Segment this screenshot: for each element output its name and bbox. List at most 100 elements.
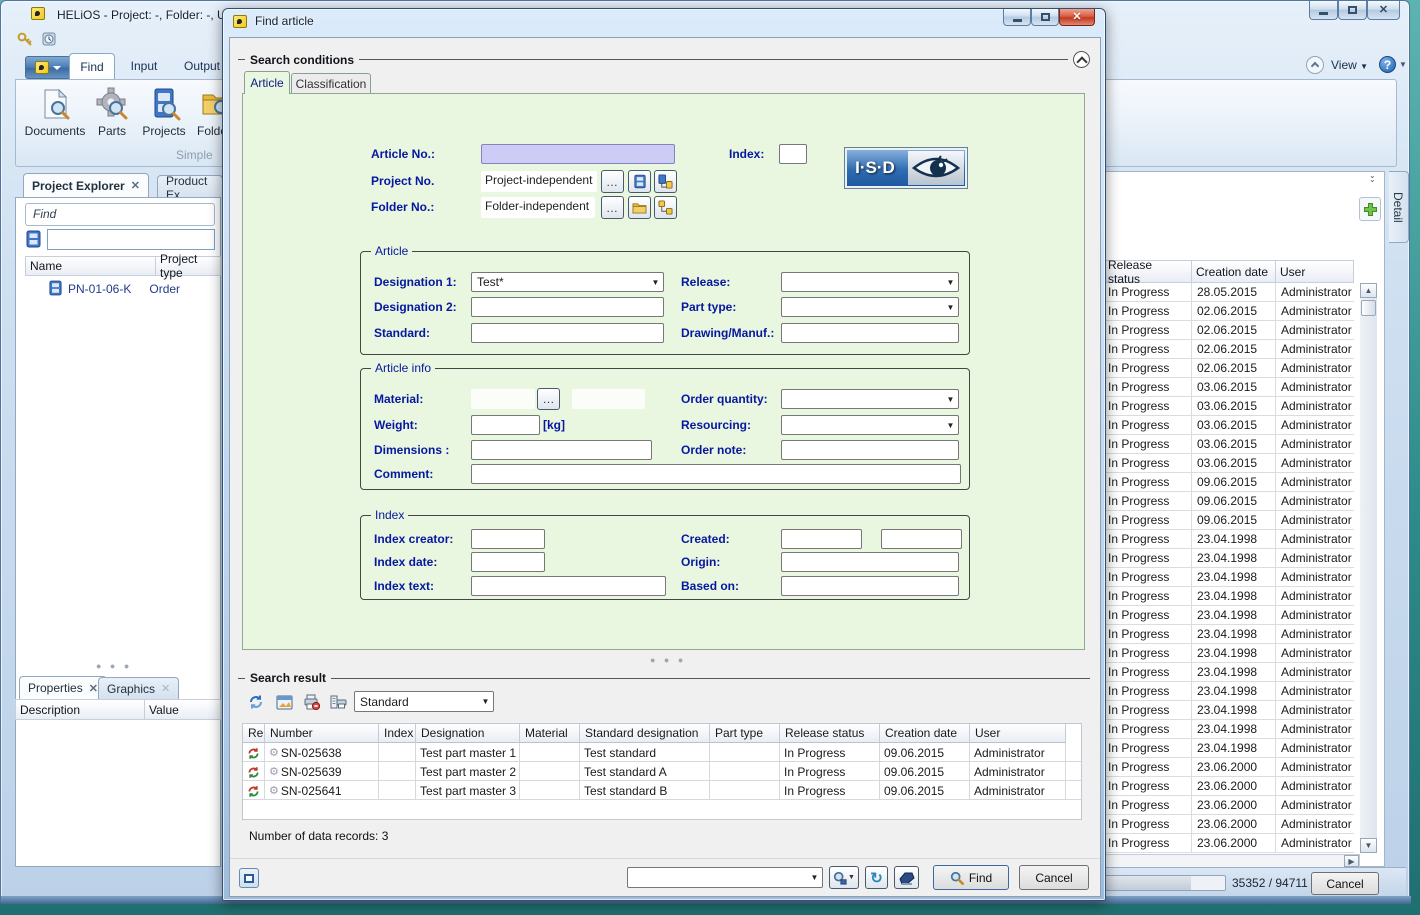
reset-search-button[interactable]: ↻ (865, 866, 888, 889)
col-number[interactable]: Number (265, 724, 379, 743)
close-icon[interactable]: ✕ (89, 682, 98, 695)
saved-search-combo[interactable]: ▼ (627, 867, 823, 888)
result-row[interactable]: In Progress 23.04.1998 Administrator (1103, 606, 1354, 625)
drawing-manuf-input[interactable] (781, 323, 959, 343)
project-cabinet-button[interactable] (628, 170, 651, 193)
project-browse-button[interactable]: … (601, 170, 624, 193)
result-row[interactable]: In Progress 28.05.2015 Administrator (1103, 283, 1354, 302)
tab-graphics[interactable]: Graphics✕ (98, 677, 179, 699)
results-col-release-status[interactable]: Release status (1103, 260, 1192, 283)
close-icon[interactable]: ✕ (131, 179, 140, 192)
dialog-minimize-button[interactable] (1003, 9, 1031, 26)
result-row[interactable]: ⚙SN-025639 Test part master 2 Test stand… (243, 762, 1081, 781)
resourcing-combo[interactable]: ▼ (781, 415, 959, 435)
result-row[interactable]: In Progress 02.06.2015 Administrator (1103, 359, 1354, 378)
index-text-input[interactable] (471, 576, 666, 596)
weight-input[interactable] (471, 415, 540, 435)
created-from-input[interactable] (781, 529, 862, 549)
main-minimize-button[interactable] (1309, 1, 1338, 20)
result-row[interactable]: In Progress 23.06.2000 Administrator (1103, 834, 1354, 853)
result-row[interactable]: In Progress 23.04.1998 Administrator (1103, 701, 1354, 720)
help-button[interactable]: ? ▼ (1379, 56, 1407, 73)
order-quantity-combo[interactable]: ▼ (781, 389, 959, 409)
col-index[interactable]: Index (379, 724, 416, 743)
explorer-row[interactable]: PN-01-06-K Order (25, 279, 221, 299)
result-row[interactable]: In Progress 23.06.2000 Administrator (1103, 796, 1354, 815)
order-note-input[interactable] (781, 440, 959, 460)
folder-open-button[interactable] (628, 196, 651, 219)
project-no-value[interactable]: Project-independent (481, 171, 597, 192)
origin-input[interactable] (781, 552, 959, 572)
index-date-input[interactable] (471, 552, 545, 572)
ribbon-collapse-button[interactable] (1306, 56, 1324, 74)
result-row[interactable]: In Progress 23.04.1998 Administrator (1103, 625, 1354, 644)
explorer-col-type[interactable]: Project type (156, 256, 221, 276)
export-view-button[interactable] (274, 692, 294, 712)
material-input[interactable] (471, 389, 535, 409)
tab-article[interactable]: Article (244, 71, 290, 94)
results-col-user[interactable]: User (1276, 260, 1354, 283)
folder-no-value[interactable]: Folder-independent (481, 197, 595, 218)
result-row[interactable]: In Progress 23.04.1998 Administrator (1103, 568, 1354, 587)
main-close-button[interactable]: ✕ (1367, 1, 1400, 20)
add-button[interactable] (1359, 197, 1381, 221)
result-row[interactable]: In Progress 23.04.1998 Administrator (1103, 587, 1354, 606)
based-on-input[interactable] (781, 576, 959, 596)
explorer-col-name[interactable]: Name (25, 256, 156, 276)
print-list-button[interactable] (328, 692, 348, 712)
find-button[interactable]: Find (933, 865, 1009, 890)
find-parts-button[interactable]: Parts (90, 84, 134, 144)
find-documents-button[interactable]: Documents (22, 84, 88, 144)
result-row[interactable]: In Progress 23.06.2000 Administrator (1103, 815, 1354, 834)
result-row[interactable]: In Progress 23.04.1998 Administrator (1103, 549, 1354, 568)
status-cancel-button[interactable]: Cancel (1311, 872, 1379, 895)
tab-product-explorer[interactable]: Product Ex (157, 175, 223, 199)
result-row[interactable]: In Progress 23.04.1998 Administrator (1103, 644, 1354, 663)
result-row[interactable]: In Progress 03.06.2015 Administrator (1103, 397, 1354, 416)
material-browse-button[interactable]: … (537, 388, 560, 410)
ribbon-tab-input[interactable]: Input (119, 53, 169, 79)
save-search-button[interactable]: ▼ (829, 866, 859, 889)
tab-classification[interactable]: Classification (291, 73, 371, 94)
result-row[interactable]: In Progress 02.06.2015 Administrator (1103, 321, 1354, 340)
index-creator-input[interactable] (471, 529, 545, 549)
detail-side-tab[interactable]: Detail (1389, 171, 1409, 243)
result-view-combo[interactable]: Standard▼ (354, 691, 494, 712)
result-row[interactable]: In Progress 23.04.1998 Administrator (1103, 530, 1354, 549)
result-row[interactable]: In Progress 03.06.2015 Administrator (1103, 454, 1354, 473)
col-creation-date[interactable]: Creation date (880, 724, 970, 743)
designation2-input[interactable] (471, 297, 664, 317)
col-release-status[interactable]: Release status (780, 724, 880, 743)
vscrollbar-thumb[interactable] (1361, 300, 1376, 316)
result-row[interactable]: In Progress 02.06.2015 Administrator (1103, 302, 1354, 321)
result-row[interactable]: In Progress 09.06.2015 Administrator (1103, 473, 1354, 492)
result-row[interactable]: In Progress 23.04.1998 Administrator (1103, 739, 1354, 758)
designation1-combo[interactable]: Test*▼ (471, 272, 664, 292)
archive-clock-icon[interactable] (41, 31, 57, 50)
scroll-up-icon[interactable]: ▲ (1360, 283, 1377, 298)
comment-input[interactable] (471, 464, 961, 484)
main-maximize-button[interactable] (1338, 1, 1367, 20)
application-menu-button[interactable] (25, 56, 71, 79)
result-row[interactable]: In Progress 23.04.1998 Administrator (1103, 720, 1354, 739)
col-designation[interactable]: Designation (416, 724, 520, 743)
result-row[interactable]: In Progress 23.06.2000 Administrator (1103, 777, 1354, 796)
release-combo[interactable]: ▼ (781, 272, 959, 292)
dialog-pin-button[interactable] (239, 868, 259, 888)
dialog-close-button[interactable]: ✕ (1059, 9, 1095, 26)
result-row[interactable]: ⚙SN-025641 Test part master 3 Test stand… (243, 781, 1081, 800)
index-input[interactable] (779, 144, 807, 164)
results-col-creation-date[interactable]: Creation date (1192, 260, 1276, 283)
result-row[interactable]: In Progress 09.06.2015 Administrator (1103, 511, 1354, 530)
refresh-results-button[interactable] (246, 692, 266, 712)
splitter-grip[interactable]: ● ● ● (96, 661, 132, 671)
ribbon-tab-find[interactable]: Find (69, 53, 115, 79)
col-standard-designation[interactable]: Standard designation (580, 724, 710, 743)
tab-project-explorer[interactable]: Project Explorer✕ (23, 173, 149, 197)
part-type-combo[interactable]: ▼ (781, 297, 959, 317)
dialog-maximize-button[interactable] (1031, 9, 1059, 26)
result-row[interactable]: In Progress 02.06.2015 Administrator (1103, 340, 1354, 359)
explorer-search-input[interactable] (47, 229, 215, 250)
result-row[interactable]: In Progress 23.04.1998 Administrator (1103, 663, 1354, 682)
double-chevron-down-icon[interactable]: ⌄⌄ (1369, 174, 1376, 182)
